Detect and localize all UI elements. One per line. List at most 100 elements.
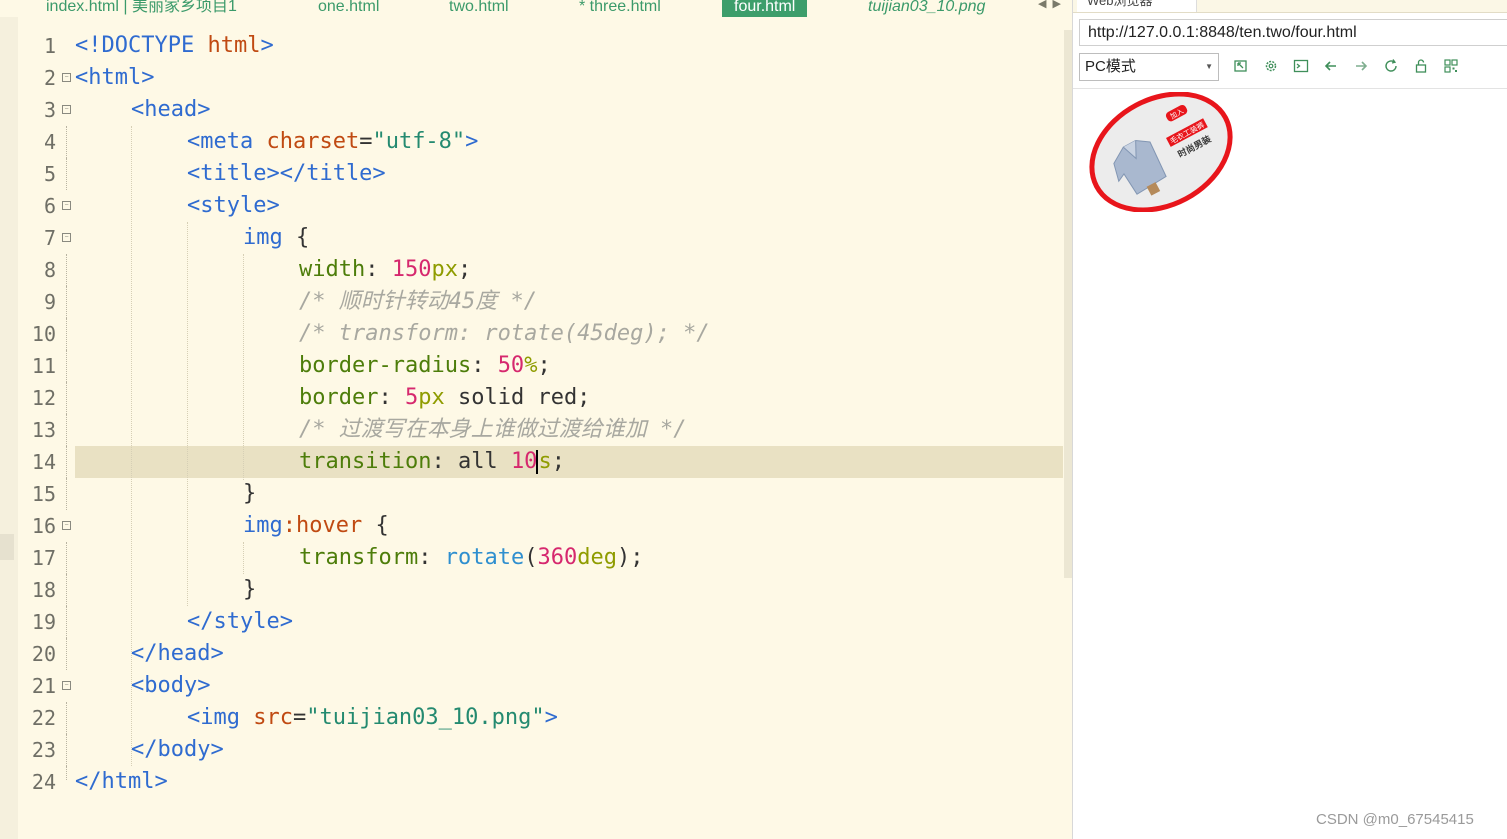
- line-number: 24: [31, 770, 56, 794]
- code-line-current[interactable]: 14 transition: all 10s;: [0, 446, 1066, 478]
- device-mode-select[interactable]: PC模式 ▼: [1079, 53, 1219, 81]
- tab-tuijian-png[interactable]: tuijian03_10.png: [868, 0, 985, 17]
- line-number: 18: [31, 578, 56, 602]
- tab-index-html[interactable]: index.html | 美丽家乡项目1: [46, 0, 237, 17]
- code-line[interactable]: 21 − <body>: [0, 670, 1066, 702]
- fold-collapse-icon[interactable]: −: [62, 73, 71, 82]
- code-line[interactable]: 16 − img:hover {: [0, 510, 1066, 542]
- open-external-icon[interactable]: [1233, 58, 1249, 74]
- line-number: 15: [31, 482, 56, 506]
- code-line[interactable]: 17 transform: rotate(360deg);: [0, 542, 1066, 574]
- tab-scroll-left-icon[interactable]: ◀: [1038, 0, 1052, 10]
- editor-scrollbar[interactable]: [1064, 30, 1072, 578]
- line-number: 13: [31, 418, 56, 442]
- fold-collapse-icon[interactable]: −: [62, 233, 71, 242]
- line-number: 17: [31, 546, 56, 570]
- code-line[interactable]: 7 − img {: [0, 222, 1066, 254]
- watermark: CSDN @m0_67545415: [1316, 811, 1474, 828]
- preview-rotated-image[interactable]: 加入 毛衣工装裤 时尚男装: [1086, 92, 1236, 212]
- code-editor[interactable]: index.html | 美丽家乡项目1 one.html two.html *…: [0, 0, 1072, 839]
- code-line[interactable]: 5 <title></title>: [0, 158, 1066, 190]
- code-line[interactable]: 3 − <head>: [0, 94, 1066, 126]
- code-line[interactable]: 4 <meta charset="utf-8">: [0, 126, 1066, 158]
- line-number: 16: [31, 514, 56, 538]
- code-text: width: 150px;: [299, 257, 472, 282]
- code-comment: /* 过渡写在本身上谁做过渡给谁加 */: [299, 417, 687, 442]
- line-number: 8: [43, 258, 56, 282]
- fold-guide: [66, 638, 67, 670]
- fold-guide: [66, 286, 67, 318]
- code-text: <meta charset="utf-8">: [187, 129, 479, 154]
- code-line[interactable]: 18 }: [0, 574, 1066, 606]
- code-line[interactable]: 1 <!DOCTYPE html>: [0, 30, 1066, 62]
- editor-tab-bar: index.html | 美丽家乡项目1 one.html two.html *…: [0, 0, 1072, 17]
- code-text: transition: all 10s;: [299, 449, 565, 474]
- lock-icon[interactable]: [1413, 58, 1429, 74]
- code-line[interactable]: 24 </html>: [0, 766, 1066, 798]
- code-text: </style>: [187, 609, 293, 634]
- line-number: 21: [31, 674, 56, 698]
- code-line[interactable]: 2 − <html>: [0, 62, 1066, 94]
- fold-guide: [66, 318, 67, 350]
- settings-icon[interactable]: [1263, 58, 1279, 74]
- code-comment: /* transform: rotate(45deg); */: [299, 321, 710, 346]
- code-line[interactable]: 11 border-radius: 50%;: [0, 350, 1066, 382]
- code-text: <body>: [131, 673, 211, 698]
- code-comment: /* 顺时针转动45度 */: [299, 289, 537, 314]
- line-number: 23: [31, 738, 56, 762]
- tab-three-html[interactable]: * three.html: [579, 0, 661, 17]
- code-line[interactable]: 22 <img src="tuijian03_10.png">: [0, 702, 1066, 734]
- code-line[interactable]: 6 − <style>: [0, 190, 1066, 222]
- tab-scroll-arrows[interactable]: ◀▶: [1038, 0, 1067, 10]
- code-line[interactable]: 12 border: 5px solid red;: [0, 382, 1066, 414]
- code-text: border: 5px solid red;: [299, 385, 591, 410]
- code-line[interactable]: 8 width: 150px;: [0, 254, 1066, 286]
- line-number: 20: [31, 642, 56, 666]
- line-number: 7: [43, 226, 56, 250]
- code-text: img:hover {: [243, 513, 389, 538]
- fold-collapse-icon[interactable]: −: [62, 521, 71, 530]
- line-number: 1: [43, 34, 56, 58]
- code-area[interactable]: 1 <!DOCTYPE html> 2 − <html> 3 − <head> …: [0, 30, 1066, 798]
- browser-tab[interactable]: Web浏览器: [1077, 0, 1197, 12]
- fold-guide: [66, 382, 67, 414]
- line-number: 6: [43, 194, 56, 218]
- code-line[interactable]: 15 }: [0, 478, 1066, 510]
- refresh-icon[interactable]: [1383, 58, 1399, 74]
- console-icon[interactable]: [1293, 58, 1309, 74]
- back-arrow-icon[interactable]: [1323, 58, 1339, 74]
- fold-guide: [66, 446, 67, 478]
- code-line[interactable]: 19 </style>: [0, 606, 1066, 638]
- url-input[interactable]: http://127.0.0.1:8848/ten.two/four.html: [1079, 19, 1507, 46]
- tab-one-html[interactable]: one.html: [318, 0, 379, 17]
- line-number: 3: [43, 98, 56, 122]
- forward-arrow-icon[interactable]: [1353, 58, 1369, 74]
- code-line[interactable]: 10 /* transform: rotate(45deg); */: [0, 318, 1066, 350]
- code-line[interactable]: 20 </head>: [0, 638, 1066, 670]
- web-browser-panel: Web浏览器 http://127.0.0.1:8848/ten.two/fou…: [1073, 0, 1507, 839]
- fold-collapse-icon[interactable]: −: [62, 201, 71, 210]
- code-text: transform: rotate(360deg);: [299, 545, 644, 570]
- fold-guide: [66, 414, 67, 446]
- code-line[interactable]: 13 /* 过渡写在本身上谁做过渡给谁加 */: [0, 414, 1066, 446]
- line-number: 14: [31, 450, 56, 474]
- line-number: 9: [43, 290, 56, 314]
- code-line[interactable]: 9 /* 顺时针转动45度 */: [0, 286, 1066, 318]
- code-text: <img src="tuijian03_10.png">: [187, 705, 558, 730]
- qrcode-icon[interactable]: [1443, 58, 1459, 74]
- tab-two-html[interactable]: two.html: [449, 0, 509, 17]
- fold-collapse-icon[interactable]: −: [62, 681, 71, 690]
- fold-guide: [66, 254, 67, 286]
- browser-toolbar: PC模式 ▼: [1073, 52, 1507, 89]
- tab-four-html[interactable]: four.html: [722, 0, 808, 17]
- code-text: border-radius: 50%;: [299, 353, 551, 378]
- fold-guide: [66, 158, 67, 190]
- line-number: 22: [31, 706, 56, 730]
- fold-guide: [66, 542, 67, 574]
- fold-collapse-icon[interactable]: −: [62, 105, 71, 114]
- code-line[interactable]: 23 </body>: [0, 734, 1066, 766]
- browser-tab-strip: Web浏览器: [1073, 0, 1507, 13]
- tab-scroll-right-icon[interactable]: ▶: [1052, 0, 1066, 10]
- line-number: 10: [31, 322, 56, 346]
- line-number: 19: [31, 610, 56, 634]
